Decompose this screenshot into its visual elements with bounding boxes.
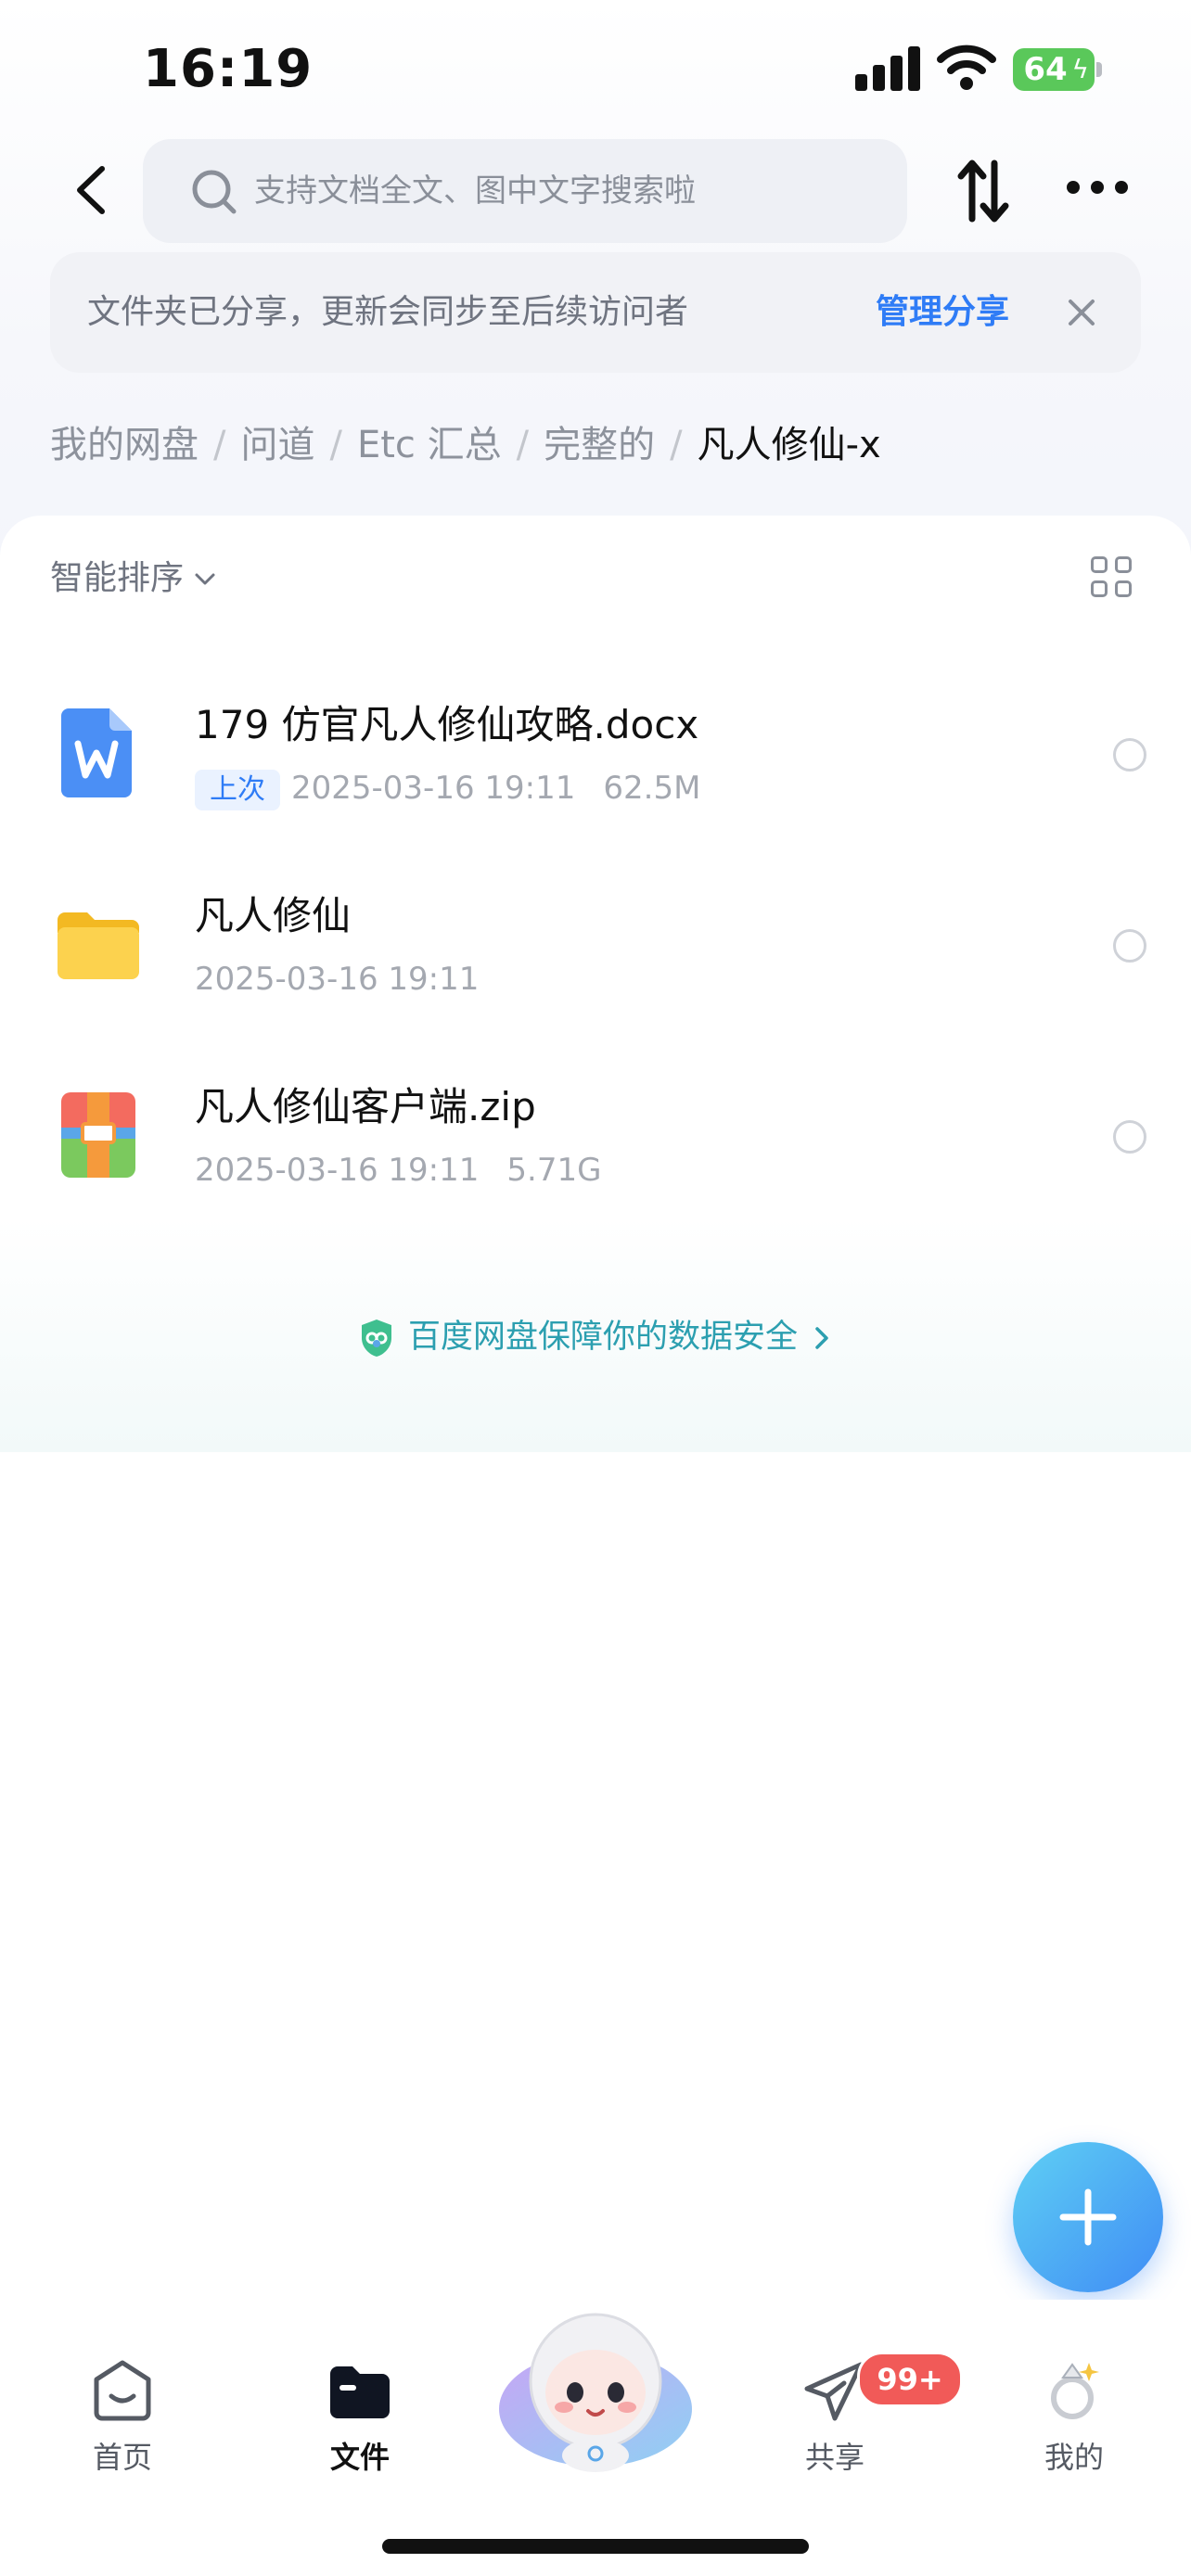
folder-icon (58, 912, 139, 979)
tab-files[interactable]: 文件 (276, 2355, 443, 2478)
search-input[interactable]: 支持文档全文、图中文字搜索啦 (143, 139, 907, 243)
battery-icon: 64 ϟ (1013, 48, 1102, 91)
file-meta: 上次 2025-03-16 19:11 62.5M (195, 764, 700, 812)
zip-archive-icon (61, 1092, 135, 1178)
file-meta: 2025-03-16 19:11 5.71G (195, 1146, 601, 1194)
select-radio[interactable] (1113, 929, 1146, 963)
file-date: 2025-03-16 19:11 (195, 961, 480, 998)
chevron-right-icon (815, 1327, 828, 1349)
breadcrumb: 我的网盘 / 问道 / Etc 汇总 / 完整的 / 凡人修仙-x (50, 424, 881, 466)
breadcrumb-item[interactable]: Etc 汇总 (357, 424, 502, 466)
file-meta: 2025-03-16 19:11 (195, 955, 479, 1003)
manage-share-link[interactable]: 管理分享 (876, 252, 1009, 373)
breadcrumb-item[interactable]: 完整的 (544, 424, 655, 466)
file-row[interactable]: 凡人修仙客户端.zip 2025-03-16 19:11 5.71G (0, 1040, 1191, 1231)
tab-mine-label: 我的 (1044, 2440, 1104, 2475)
home-icon (94, 2360, 151, 2421)
mascot-icon (499, 2313, 692, 2472)
sort-label: 智能排序 (50, 559, 185, 597)
word-doc-icon (61, 708, 132, 797)
file-name: 凡人修仙 (195, 893, 352, 938)
charging-bolt-icon: ϟ (1071, 54, 1089, 84)
wifi-icon (937, 43, 996, 91)
home-indicator (382, 2539, 809, 2554)
breadcrumb-current: 凡人修仙-x (697, 424, 881, 466)
sort-dropdown[interactable]: 智能排序 (50, 553, 217, 605)
plus-icon (1059, 2188, 1117, 2246)
tab-home[interactable]: 首页 (39, 2355, 206, 2478)
share-notice-text: 文件夹已分享，更新会同步至后续访问者 (87, 293, 689, 331)
data-safety-link[interactable]: 百度网盘保障你的数据安全 (0, 1309, 1191, 1365)
breadcrumb-item[interactable]: 我的网盘 (50, 424, 198, 466)
file-date: 2025-03-16 19:11 (195, 1152, 480, 1189)
chevron-down-icon (195, 573, 215, 585)
file-row[interactable]: 凡人修仙 2025-03-16 19:11 (0, 849, 1191, 1040)
safety-notice-text: 百度网盘保障你的数据安全 (407, 1319, 798, 1356)
share-notice-banner: 文件夹已分享，更新会同步至后续访问者 管理分享 (50, 252, 1141, 373)
assistant-mascot-button[interactable] (497, 2307, 694, 2474)
ring-avatar-icon (1051, 2363, 1099, 2419)
transfer-sort-button[interactable] (955, 158, 1011, 224)
close-banner-icon[interactable] (1061, 292, 1102, 333)
file-name: 凡人修仙客户端.zip (195, 1084, 536, 1129)
file-date: 2025-03-16 19:11 (291, 770, 576, 807)
select-radio[interactable] (1113, 738, 1146, 772)
more-options-icon[interactable] (1067, 181, 1128, 199)
file-row[interactable]: 179 仿官凡人修仙攻略.docx 上次 2025-03-16 19:11 62.5… (0, 658, 1191, 849)
file-size: 5.71G (506, 1152, 602, 1189)
file-name: 179 仿官凡人修仙攻略.docx (195, 702, 699, 747)
folder-tab-icon (330, 2366, 390, 2418)
cellular-signal-icon (855, 46, 920, 91)
notification-badge: 99+ (857, 2352, 963, 2407)
tab-share-label: 共享 (804, 2440, 864, 2475)
search-icon (192, 170, 237, 214)
search-placeholder: 支持文档全文、图中文字搜索啦 (254, 172, 696, 210)
status-time: 16:19 (143, 39, 314, 99)
select-radio[interactable] (1113, 1120, 1146, 1154)
tab-home-label: 首页 (92, 2440, 152, 2475)
grid-view-toggle-icon[interactable] (1091, 556, 1135, 601)
add-button[interactable] (1013, 2142, 1163, 2292)
shield-icon (361, 1320, 391, 1357)
recent-tag: 上次 (195, 769, 280, 810)
battery-level: 64 (1023, 51, 1068, 88)
back-button[interactable] (65, 158, 117, 223)
tab-mine[interactable]: 我的 (991, 2355, 1158, 2478)
file-size: 62.5M (603, 770, 701, 807)
tab-files-label: 文件 (329, 2440, 390, 2475)
breadcrumb-item[interactable]: 问道 (240, 424, 314, 466)
